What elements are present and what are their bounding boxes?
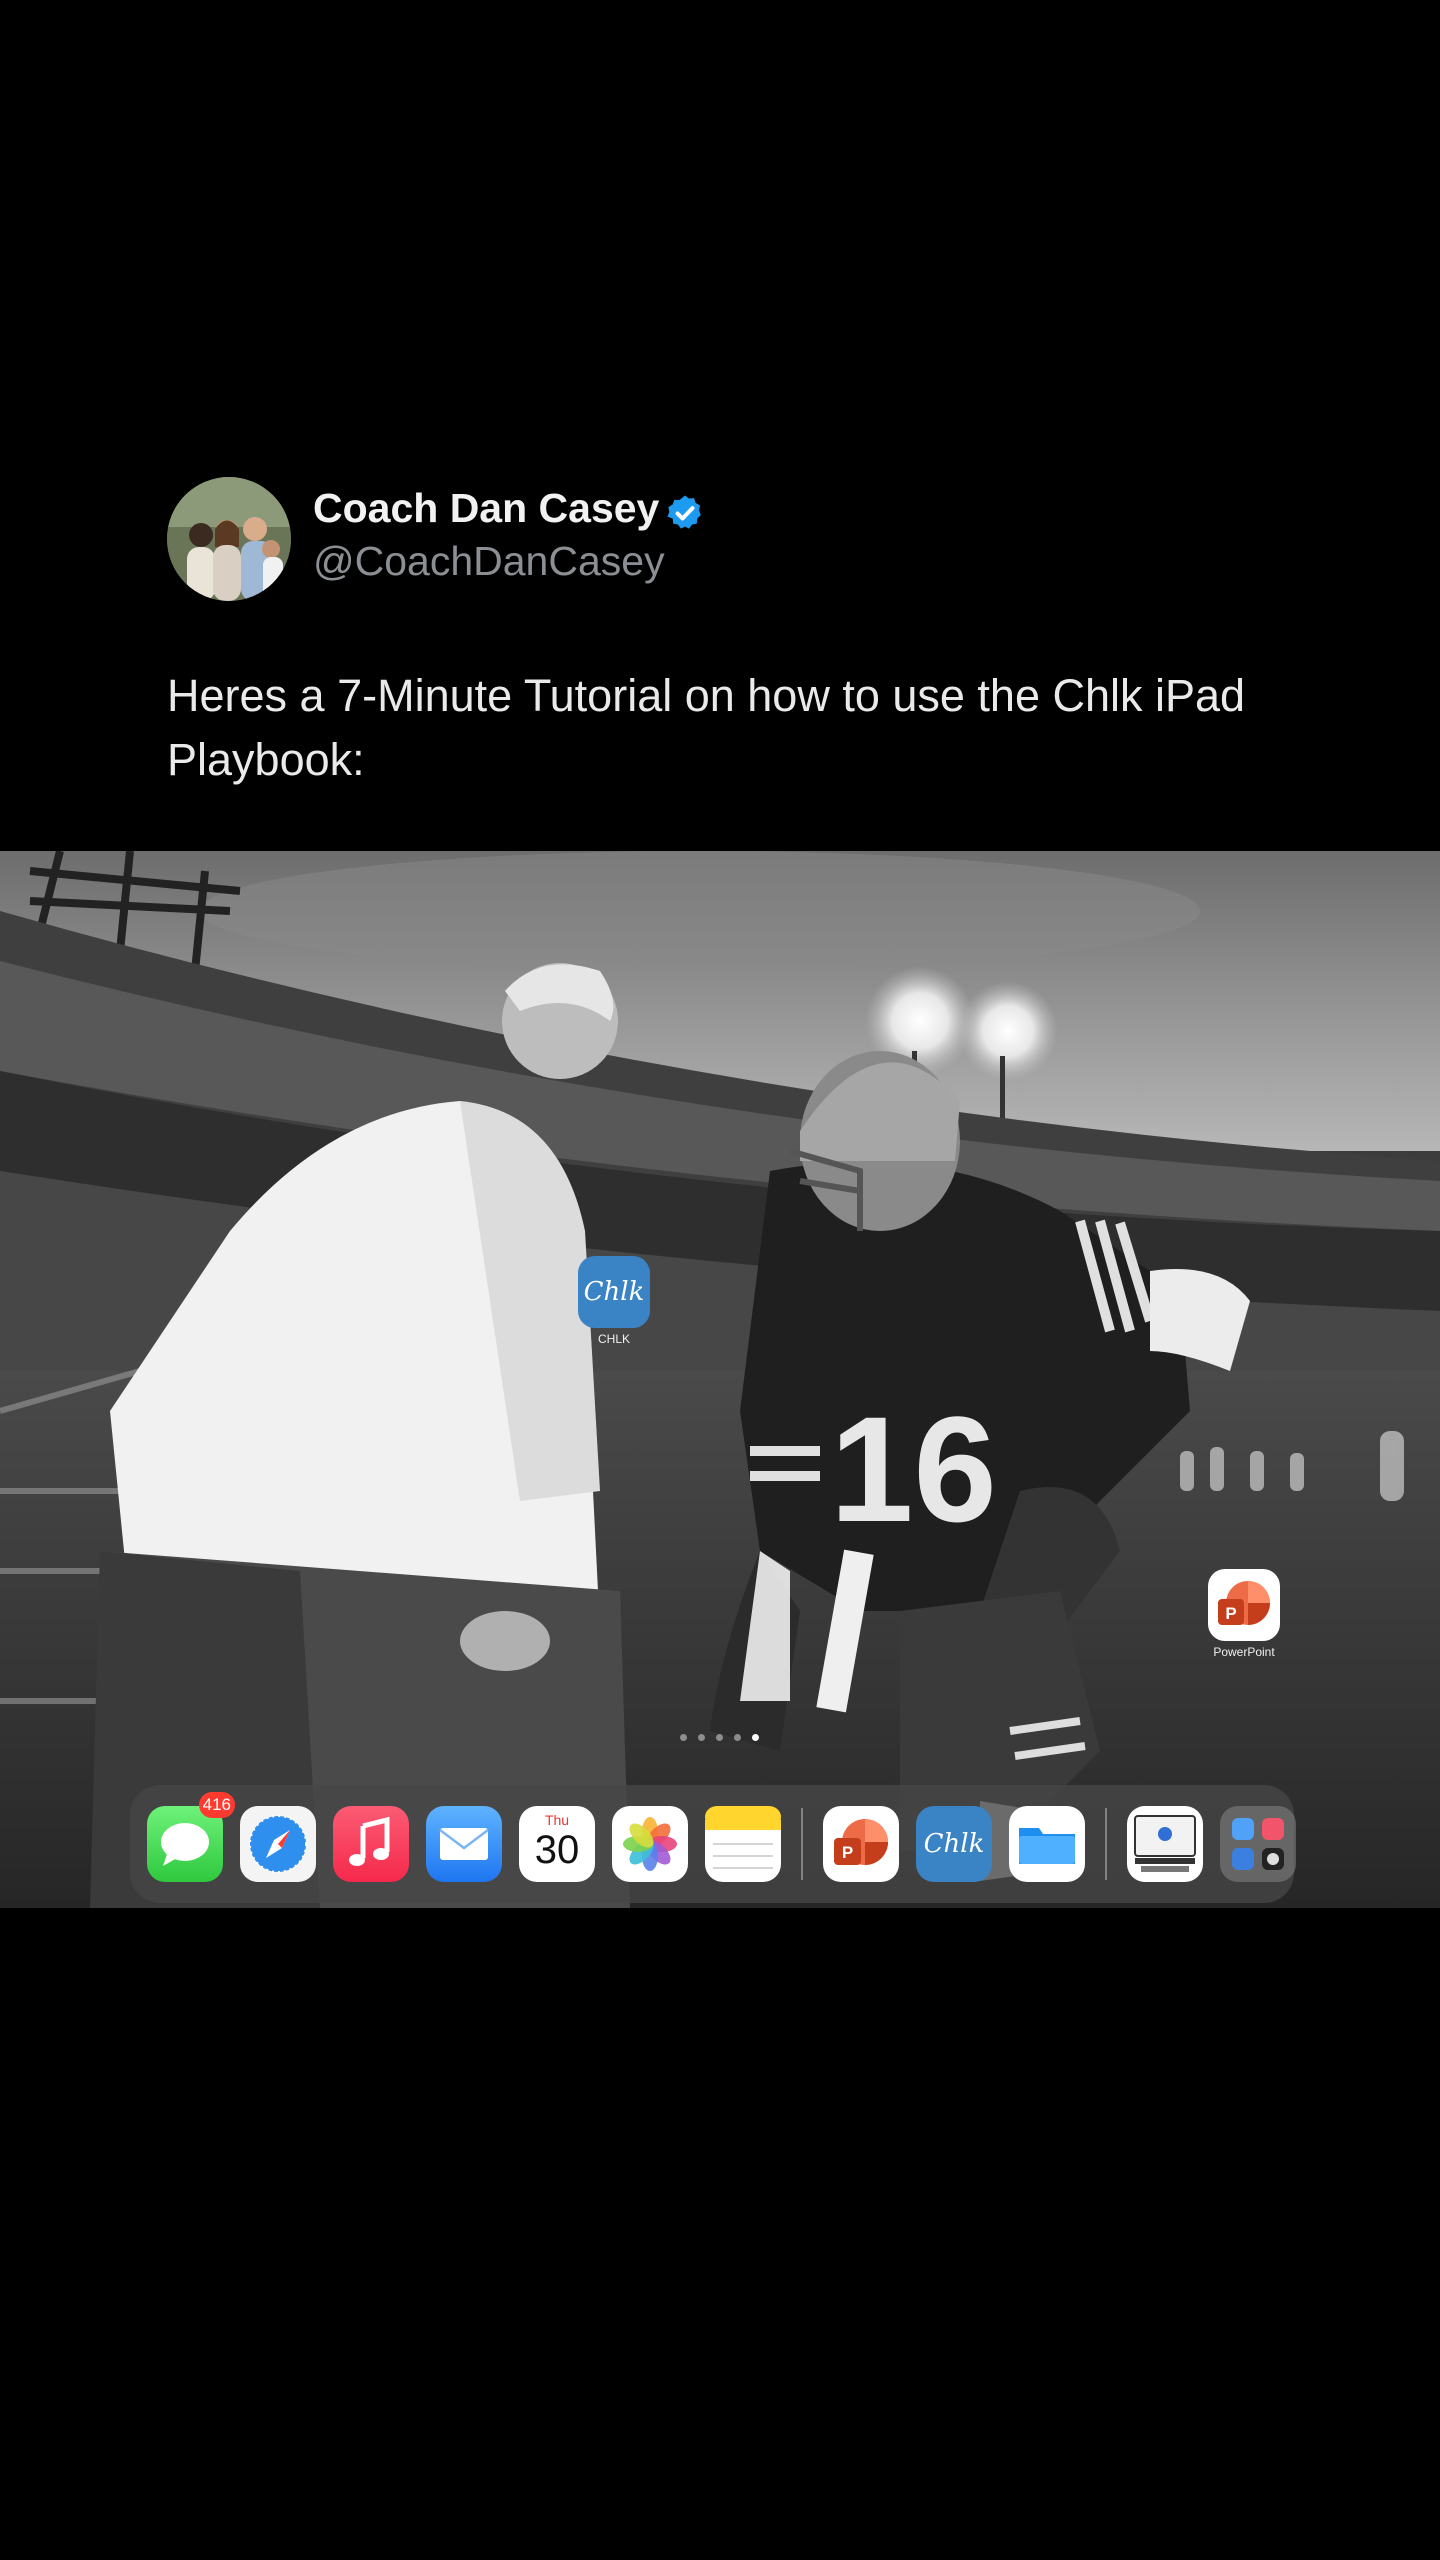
powerpoint-dock-app[interactable]: P xyxy=(823,1806,899,1882)
page-dot[interactable] xyxy=(698,1734,705,1741)
author-handle[interactable]: @CoachDanCasey xyxy=(313,538,665,585)
document-scanner-app[interactable] xyxy=(1127,1806,1203,1882)
messages-app[interactable]: 416 xyxy=(147,1792,235,1882)
compass-icon xyxy=(249,1815,307,1873)
powerpoint-home-icon[interactable]: P PowerPoint xyxy=(1208,1569,1280,1659)
powerpoint-icon: P xyxy=(1208,1569,1280,1641)
folder-icon xyxy=(1019,1828,1075,1864)
author-name[interactable]: Coach Dan Casey xyxy=(313,485,659,532)
dock-separator xyxy=(801,1808,803,1880)
powerpoint-home-label: PowerPoint xyxy=(1213,1645,1275,1659)
document-icon xyxy=(1134,1815,1196,1872)
mail-app[interactable] xyxy=(426,1806,502,1882)
dock-separator xyxy=(1105,1808,1107,1880)
ipad-dock: 416 Thu 30 P Chlk xyxy=(130,1785,1296,1903)
svg-text:P: P xyxy=(1225,1604,1236,1623)
tweet-text: Heres a 7-Minute Tutorial on how to use … xyxy=(167,670,1246,785)
chlk-home-icon[interactable]: Chlk CHLK xyxy=(578,1256,650,1346)
chlk-home-label: CHLK xyxy=(597,1332,630,1346)
page-dot[interactable] xyxy=(734,1734,741,1741)
tweet-media-video[interactable]: 16 Chlk CHLK P PowerPoint 416 Thu 30 P C… xyxy=(0,851,1440,1908)
powerpoint-icon: P xyxy=(834,1819,888,1865)
chlk-icon: Chlk xyxy=(578,1256,650,1328)
photos-app[interactable] xyxy=(612,1806,688,1882)
page-dot[interactable] xyxy=(680,1734,687,1741)
notes-icon xyxy=(705,1806,781,1869)
jersey-number: 16 xyxy=(830,1385,997,1553)
calendar-date: 30 xyxy=(534,1828,580,1872)
author-avatar[interactable] xyxy=(167,477,291,601)
app-library-icon xyxy=(1232,1818,1284,1870)
page-indicator[interactable] xyxy=(680,1734,759,1741)
app-library[interactable] xyxy=(1220,1806,1296,1882)
avatar-photo xyxy=(167,477,291,601)
chlk-icon: Chlk xyxy=(923,1829,985,1859)
calendar-app[interactable]: Thu 30 xyxy=(519,1806,595,1882)
music-app[interactable] xyxy=(333,1806,409,1882)
wallpaper-photo: 16 xyxy=(0,851,1440,1908)
safari-app[interactable] xyxy=(240,1806,316,1882)
envelope-icon xyxy=(439,1828,489,1860)
page-dot-active[interactable] xyxy=(752,1734,759,1741)
chlk-dock-app[interactable]: Chlk xyxy=(916,1806,992,1882)
music-note-icon xyxy=(349,1816,390,1866)
calendar-day: Thu xyxy=(544,1812,570,1828)
messages-badge: 416 xyxy=(198,1792,235,1818)
svg-text:P: P xyxy=(842,1843,853,1862)
page-dot[interactable] xyxy=(716,1734,723,1741)
files-app[interactable] xyxy=(1009,1806,1085,1882)
notes-app[interactable] xyxy=(705,1806,781,1882)
photos-flower-icon xyxy=(623,1817,677,1871)
verified-badge-icon xyxy=(667,495,701,529)
